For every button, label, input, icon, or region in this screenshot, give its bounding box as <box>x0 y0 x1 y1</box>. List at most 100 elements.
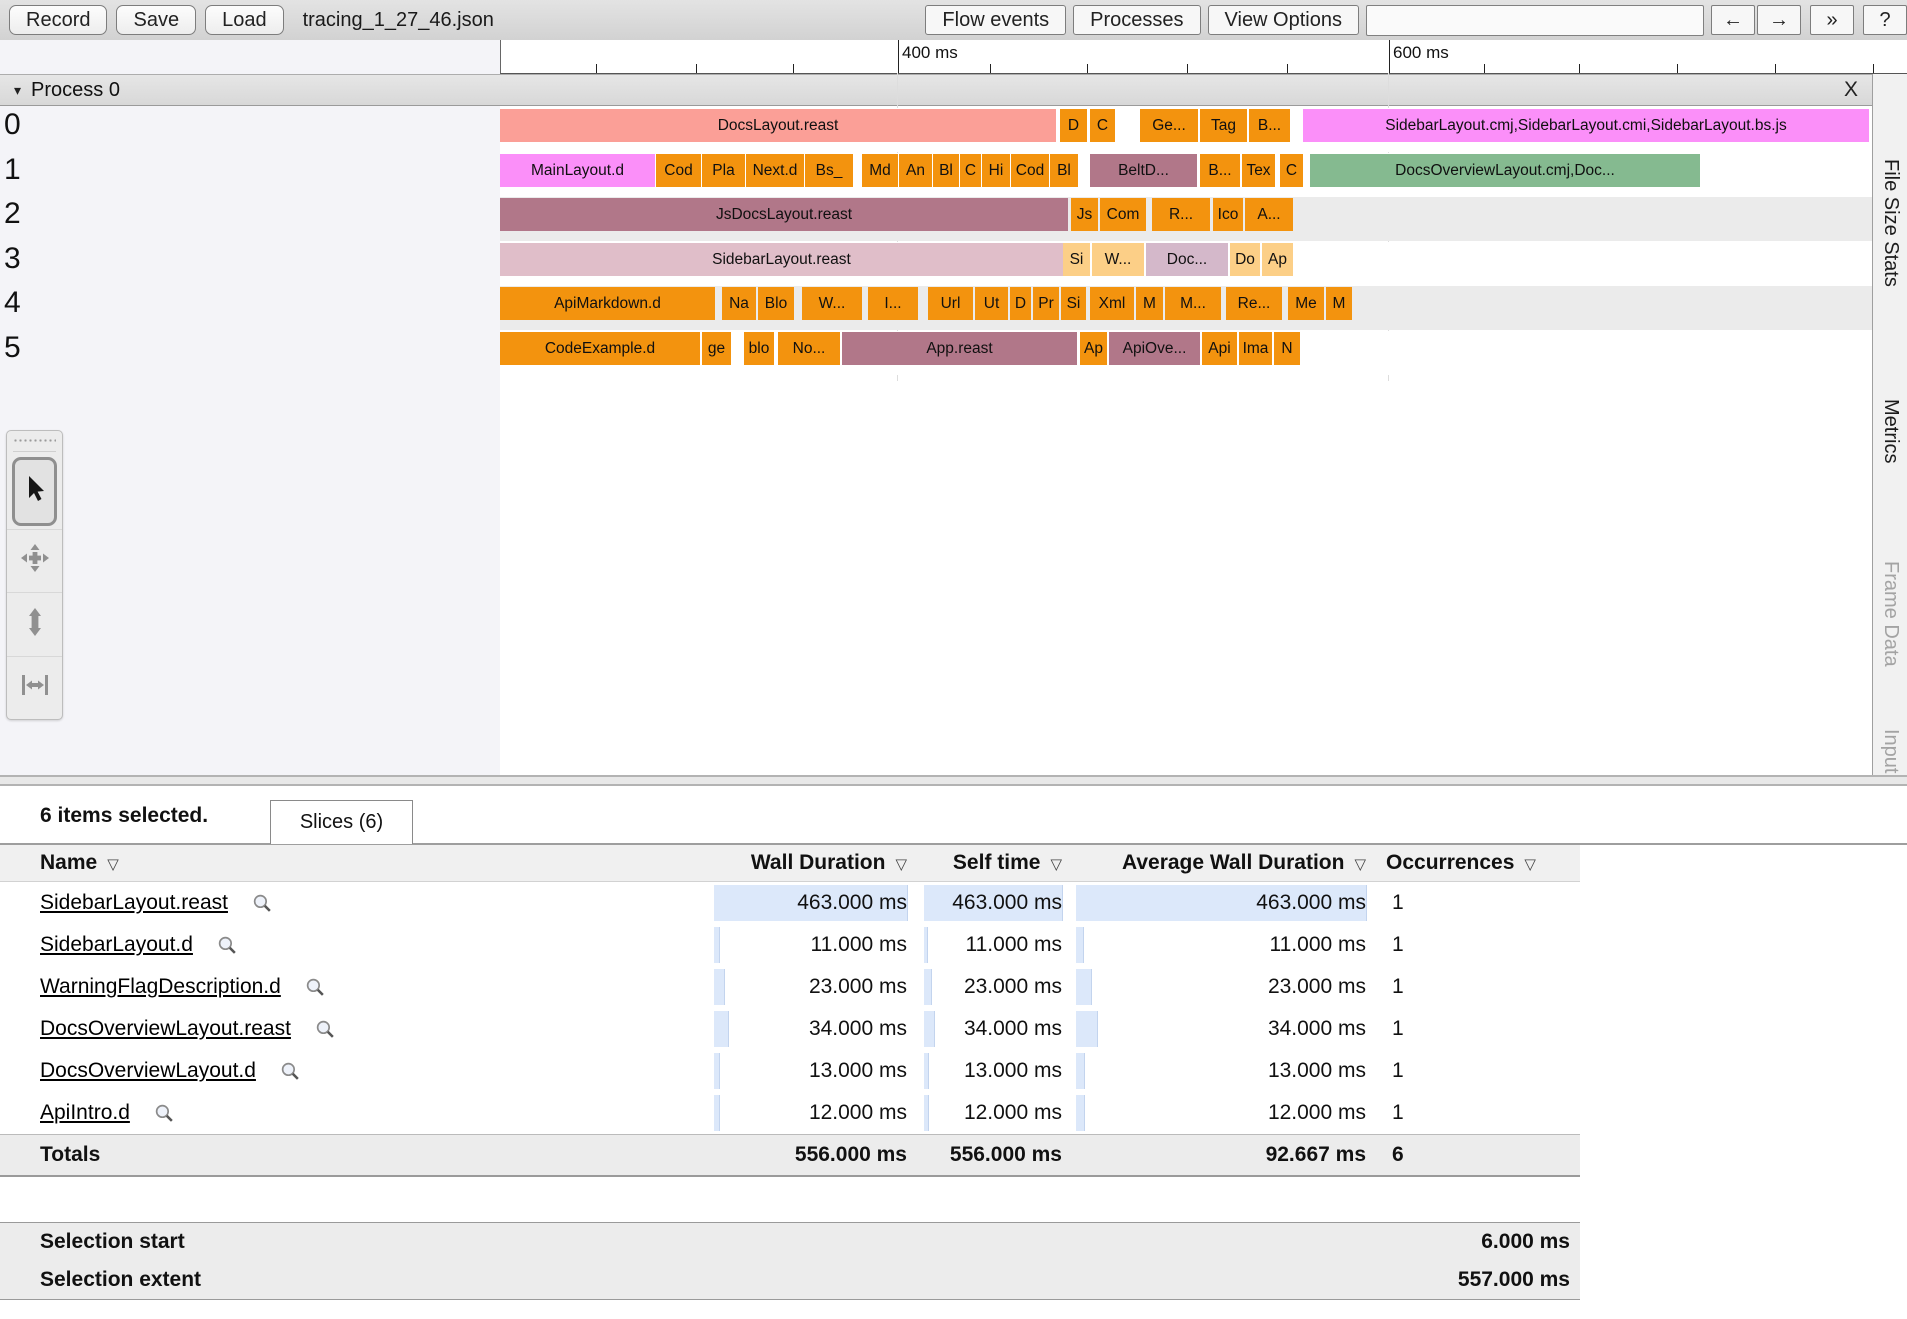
trace-slice[interactable]: Tag <box>1200 109 1247 142</box>
trace-slice[interactable]: Ico <box>1213 198 1243 231</box>
flame-chart[interactable]: DocsLayout.reast D C Ge...Tag B... SidebarLay… <box>500 108 1872 378</box>
flow-events-button[interactable]: Flow events <box>925 5 1066 35</box>
track-row[interactable]: JsDocsLayout.reastJsComR...IcoA... <box>500 197 1872 241</box>
trace-slice[interactable]: BeltD... <box>1090 154 1197 187</box>
trace-slice[interactable]: ApiOve... <box>1109 332 1200 365</box>
trace-slice[interactable]: W... <box>802 287 862 320</box>
trace-slice[interactable]: Xml <box>1090 287 1134 320</box>
magnifier-icon[interactable] <box>280 1061 301 1082</box>
trace-slice[interactable]: D <box>1010 287 1031 320</box>
trace-slice[interactable]: Ge... <box>1140 109 1198 142</box>
save-button[interactable]: Save <box>116 5 196 35</box>
trace-slice[interactable]: Re... <box>1226 287 1282 320</box>
track-row[interactable]: CodeExample.dgebloNo...App.reastApApiOve… <box>500 331 1872 375</box>
track-row[interactable]: MainLayout.dCodPlaNext.dBs_MdAnBlCHiCodB… <box>500 153 1872 197</box>
trace-slice[interactable]: A... <box>1245 198 1293 231</box>
processes-button[interactable]: Processes <box>1073 5 1200 35</box>
trace-slice[interactable]: blo <box>744 332 774 365</box>
trace-slice[interactable]: Md <box>862 154 898 187</box>
trace-slice[interactable]: CodeExample.d <box>500 332 700 365</box>
slice-name-link[interactable]: DocsOverviewLayout.d <box>40 1059 256 1083</box>
timeline-ruler[interactable]: 400 ms600 ms <box>500 40 1907 74</box>
trace-slice[interactable]: C <box>1280 154 1303 187</box>
trace-slice[interactable]: Bs_ <box>805 154 853 187</box>
trace-slice[interactable]: M <box>1326 287 1352 320</box>
column-header-wall-duration[interactable]: Wall Duration▽ <box>714 851 907 875</box>
magnifier-icon[interactable] <box>305 977 326 998</box>
slice-name-link[interactable]: ApiIntro.d <box>40 1101 130 1125</box>
trace-slice[interactable]: N <box>1274 332 1300 365</box>
trace-slice[interactable]: Ap <box>1262 243 1293 276</box>
load-button[interactable]: Load <box>205 5 284 35</box>
trace-slice[interactable]: Api <box>1202 332 1237 365</box>
trace-slice[interactable]: Tex <box>1242 154 1275 187</box>
sort-triangle-icon[interactable]: ▽ <box>1354 856 1366 873</box>
find-previous-button[interactable]: ← <box>1711 5 1755 35</box>
trace-slice[interactable]: DocsLayout.reast <box>500 109 1056 142</box>
sort-triangle-icon[interactable]: ▽ <box>107 856 119 873</box>
trace-slice[interactable]: DocsOverviewLayout.cmj,Doc... <box>1310 154 1700 187</box>
magnifier-icon[interactable] <box>315 1019 336 1040</box>
trace-slice[interactable]: W... <box>1092 243 1144 276</box>
track-row[interactable]: DocsLayout.reastDCGe...TagB...SidebarLay… <box>500 108 1872 152</box>
trace-slice[interactable]: Pr <box>1033 287 1059 320</box>
record-button[interactable]: Record <box>9 5 107 35</box>
trace-slice[interactable]: Ima <box>1239 332 1272 365</box>
column-header-name[interactable]: Name▽ <box>40 851 714 875</box>
trace-slice[interactable]: App.reast <box>842 332 1077 365</box>
trace-slice[interactable]: C <box>960 154 981 187</box>
search-input[interactable] <box>1366 5 1704 36</box>
trace-slice[interactable]: Bl <box>1050 154 1078 187</box>
trace-slice[interactable]: Js <box>1071 198 1098 231</box>
trace-slice[interactable]: SidebarLayout.cmj,SidebarLayout.cmi,Side… <box>1303 109 1869 142</box>
sort-triangle-icon[interactable]: ▽ <box>1524 856 1536 873</box>
trace-slice[interactable]: MainLayout.d <box>500 154 655 187</box>
trace-slice[interactable]: Bl <box>933 154 959 187</box>
trace-slice[interactable]: B... <box>1200 154 1240 187</box>
trace-slice[interactable]: ge <box>702 332 731 365</box>
selection-tool[interactable] <box>12 457 57 526</box>
trace-slice[interactable]: M <box>1136 287 1163 320</box>
magnifier-icon[interactable] <box>154 1103 175 1124</box>
trace-slice[interactable]: Me <box>1288 287 1324 320</box>
sidebar-tab-metrics[interactable]: Metrics <box>1879 399 1902 463</box>
trace-slice[interactable]: Blo <box>758 287 794 320</box>
trace-slice[interactable]: Hi <box>982 154 1010 187</box>
trace-slice[interactable]: Com <box>1100 198 1146 231</box>
more-button[interactable]: » <box>1810 5 1854 35</box>
magnifier-icon[interactable] <box>217 935 238 956</box>
trace-slice[interactable]: R... <box>1152 198 1210 231</box>
timing-tool[interactable] <box>7 656 62 720</box>
find-next-button[interactable]: → <box>1757 5 1801 35</box>
process-0-header[interactable]: ▾ Process 0 X <box>0 74 1872 106</box>
trace-slice[interactable]: Cod <box>1011 154 1049 187</box>
trace-slice[interactable]: I... <box>868 287 918 320</box>
sort-triangle-icon[interactable]: ▽ <box>1050 856 1062 873</box>
sort-triangle-icon[interactable]: ▽ <box>895 856 907 873</box>
slice-name-link[interactable]: SidebarLayout.d <box>40 933 193 957</box>
trace-slice[interactable]: SidebarLayout.reast <box>500 243 1063 276</box>
trace-slice[interactable]: Doc... <box>1146 243 1228 276</box>
track-row[interactable]: ApiMarkdown.dNaBloW...I...UrlUtDPrSiXmlM… <box>500 286 1872 330</box>
trace-slice[interactable]: Do <box>1230 243 1260 276</box>
palette-drag-handle[interactable] <box>13 435 56 452</box>
column-header-self-time[interactable]: Self time▽ <box>924 851 1062 875</box>
column-header-average-wall-duration[interactable]: Average Wall Duration▽ <box>1076 851 1366 875</box>
slice-name-link[interactable]: WarningFlagDescription.d <box>40 975 281 999</box>
pan-tool[interactable] <box>7 529 62 593</box>
track-row[interactable]: SidebarLayout.reastSiW...Doc...DoAp <box>500 242 1872 286</box>
trace-slice[interactable]: JsDocsLayout.reast <box>500 198 1068 231</box>
trace-slice[interactable]: Ut <box>975 287 1008 320</box>
trace-slice[interactable]: Cod <box>656 154 701 187</box>
trace-slice[interactable]: ApiMarkdown.d <box>500 287 715 320</box>
slice-name-link[interactable]: SidebarLayout.reast <box>40 891 228 915</box>
trace-slice[interactable]: Next.d <box>746 154 804 187</box>
panel-divider[interactable] <box>0 775 1907 786</box>
trace-slice[interactable]: Ap <box>1080 332 1107 365</box>
help-button[interactable]: ? <box>1863 5 1907 35</box>
sidebar-tab-file-size-stats[interactable]: File Size Stats <box>1879 159 1902 287</box>
slice-name-link[interactable]: DocsOverviewLayout.reast <box>40 1017 291 1041</box>
trace-slice[interactable]: Si <box>1061 287 1086 320</box>
view-options-button[interactable]: View Options <box>1208 5 1359 35</box>
trace-slice[interactable]: M... <box>1165 287 1221 320</box>
